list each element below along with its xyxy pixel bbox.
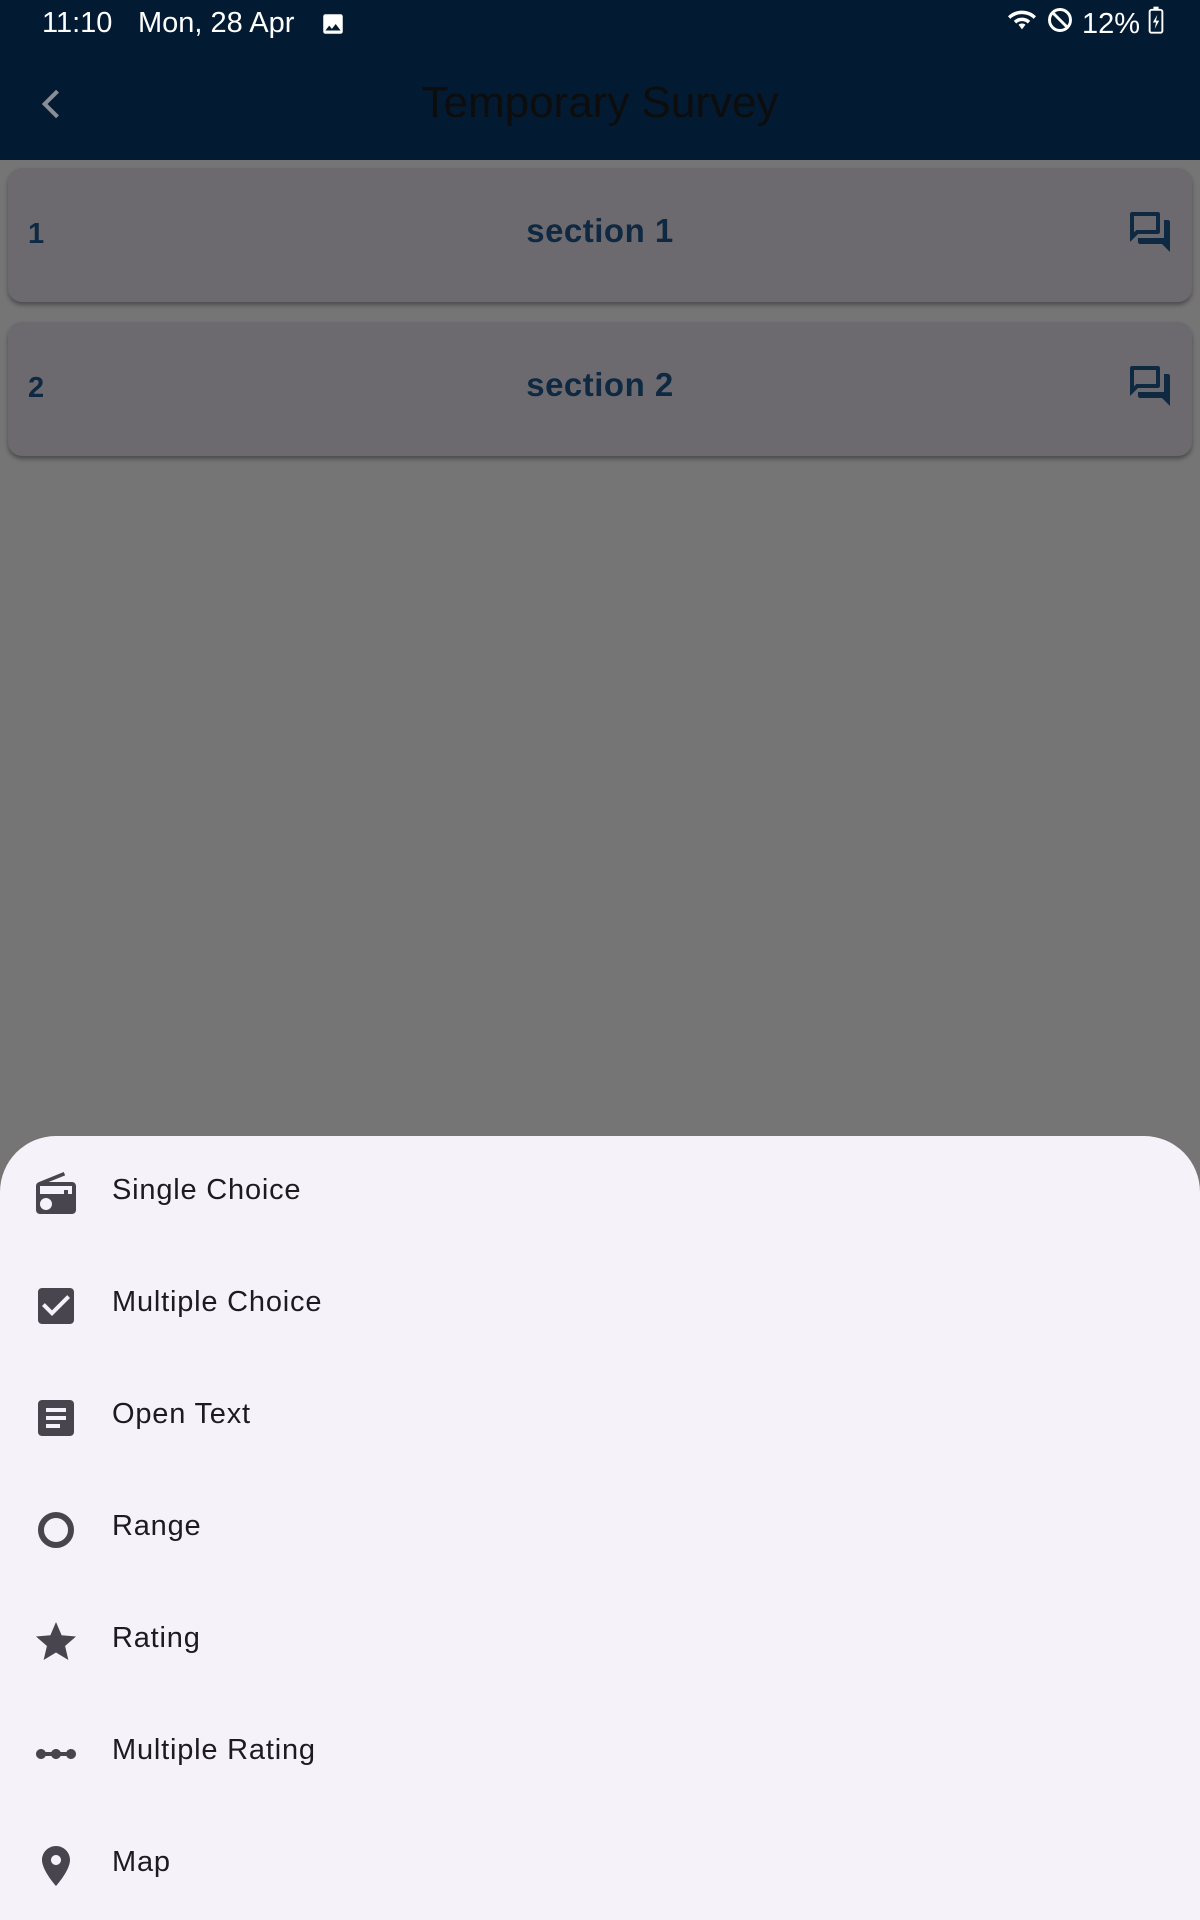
page-title: Temporary Survey: [421, 78, 779, 127]
chat-icon[interactable]: [1126, 362, 1174, 410]
chat-icon[interactable]: [1126, 208, 1174, 256]
sheet-item-multiple-choice[interactable]: Multiple Choice: [0, 1248, 1200, 1360]
sheet-item-label: Multiple Rating: [112, 1734, 316, 1766]
sheet-item-label: Map: [112, 1846, 171, 1878]
section-card[interactable]: 1 section 1: [8, 168, 1192, 302]
section-card[interactable]: 2 section 2: [8, 322, 1192, 456]
do-not-disturb-icon: [1046, 6, 1074, 42]
sheet-item-range[interactable]: Range: [0, 1472, 1200, 1584]
battery-charging-icon: [1148, 6, 1164, 42]
image-notification-icon: [320, 11, 346, 45]
sheet-item-open-text[interactable]: Open Text: [0, 1360, 1200, 1472]
status-bar: 11:10 Mon, 28 Apr 12%: [0, 0, 1200, 50]
question-type-sheet: Single Choice Multiple Choice Open Text …: [0, 1136, 1200, 1920]
sheet-item-map[interactable]: Map: [0, 1808, 1200, 1920]
location-pin-icon: [32, 1842, 80, 1890]
app-bar: Temporary Survey: [0, 50, 1200, 160]
article-icon: [32, 1394, 80, 1442]
sheet-item-rating[interactable]: Rating: [0, 1584, 1200, 1696]
section-title: section 1: [526, 212, 674, 249]
circle-icon: [32, 1506, 80, 1554]
linear-scale-icon: [32, 1730, 80, 1778]
radio-icon: [32, 1170, 80, 1218]
sheet-item-label: Open Text: [112, 1398, 251, 1430]
wifi-icon: [1006, 6, 1038, 42]
status-time: 11:10: [42, 7, 113, 39]
sheet-item-label: Range: [112, 1510, 202, 1542]
status-right: 12%: [1006, 6, 1164, 42]
sheet-item-label: Rating: [112, 1622, 201, 1654]
checkbox-icon: [32, 1282, 80, 1330]
sheet-item-multiple-rating[interactable]: Multiple Rating: [0, 1696, 1200, 1808]
battery-percent: 12%: [1081, 7, 1140, 40]
section-title: section 2: [526, 366, 674, 403]
sheet-item-label: Multiple Choice: [112, 1286, 323, 1318]
sheet-item-label: Single Choice: [112, 1174, 302, 1206]
status-date: Mon, 28 Apr: [138, 7, 295, 39]
star-icon: [32, 1618, 80, 1666]
sheet-item-single-choice[interactable]: Single Choice: [0, 1136, 1200, 1248]
